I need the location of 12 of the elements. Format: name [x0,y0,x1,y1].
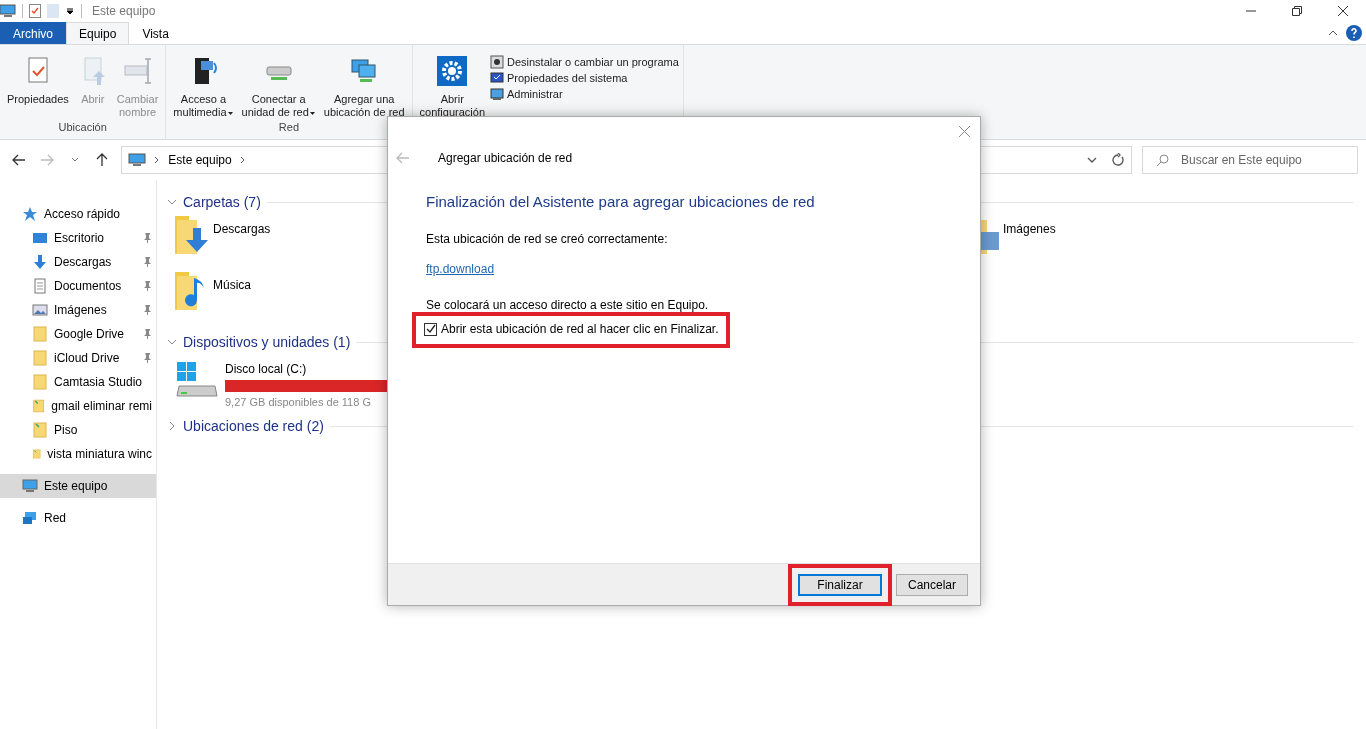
ribbon-group-label: Red [277,121,301,135]
section-title: Carpetas (7) [183,194,261,210]
section-title: Dispositivos y unidades (1) [183,334,351,350]
ribbon-group-label: Ubicación [57,121,108,135]
dialog-heading: Finalización del Asistente para agregar ubicaciones de red [426,193,816,210]
dialog-note: Se colocará un acceso directo a este sitio en Equipo. [426,298,710,312]
dialog-title: Agregar ubicación de red [438,151,573,165]
drive-space-text: 9,27 GB disponibles de 118 G [225,396,372,408]
drive-label: Disco local (C:) [225,362,308,376]
window-title: Este equipo [92,4,156,18]
section-title: Ubicaciones de red (2) [183,418,324,434]
dialog-message: Esta ubicación de red se creó correctamente: [426,232,669,246]
